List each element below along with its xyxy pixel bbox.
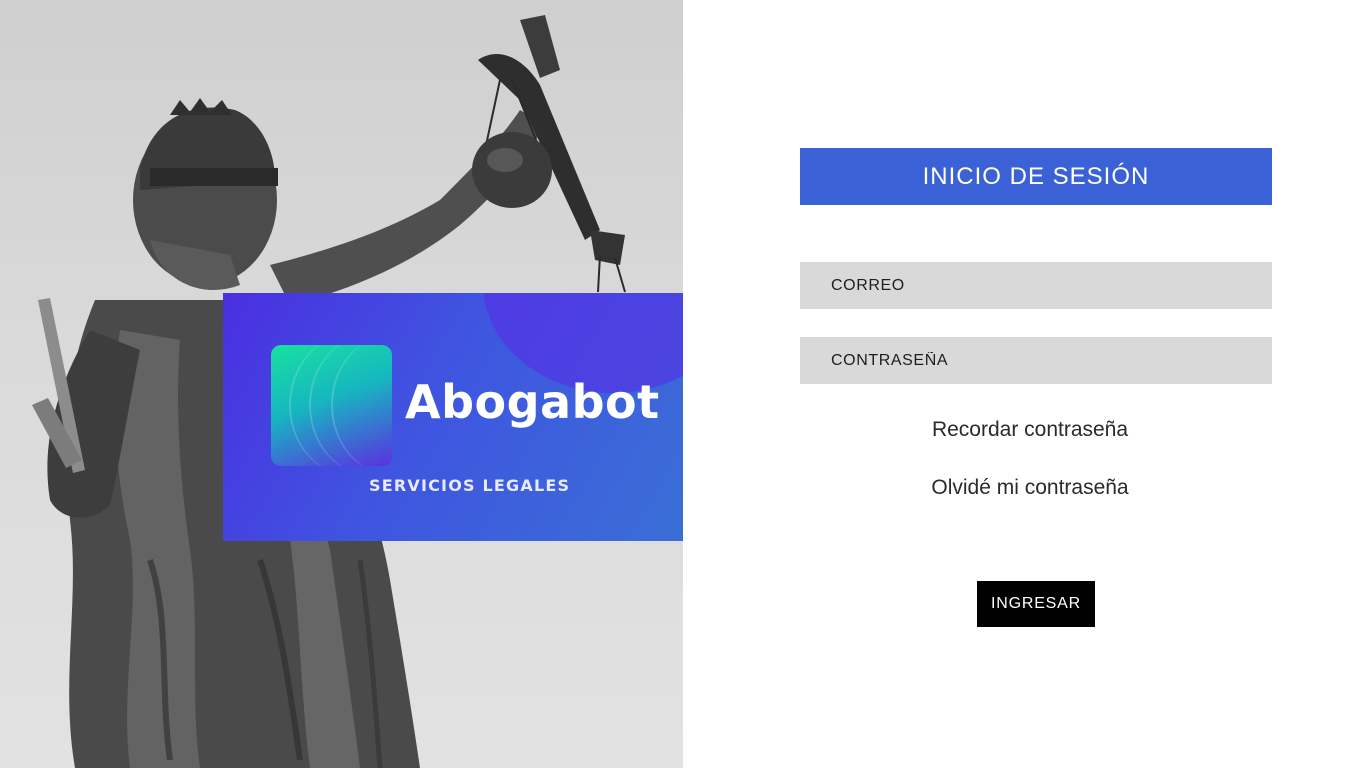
login-submit-button[interactable]: INGRESAR bbox=[977, 581, 1095, 627]
brand-card: Abogabot SERVICIOS LEGALES bbox=[223, 293, 683, 541]
brand-tagline: SERVICIOS LEGALES bbox=[369, 476, 571, 495]
password-field[interactable] bbox=[800, 337, 1272, 384]
email-field[interactable] bbox=[800, 262, 1272, 309]
remember-password-link[interactable]: Recordar contraseña bbox=[800, 418, 1260, 442]
forgot-password-link[interactable]: Olvidé mi contraseña bbox=[800, 476, 1260, 500]
brand-name: Abogabot bbox=[405, 375, 660, 429]
login-title: INICIO DE SESIÓN bbox=[800, 148, 1272, 205]
hero-image-lady-justice: Abogabot SERVICIOS LEGALES bbox=[0, 0, 683, 768]
abogabot-logo-icon bbox=[271, 345, 392, 466]
